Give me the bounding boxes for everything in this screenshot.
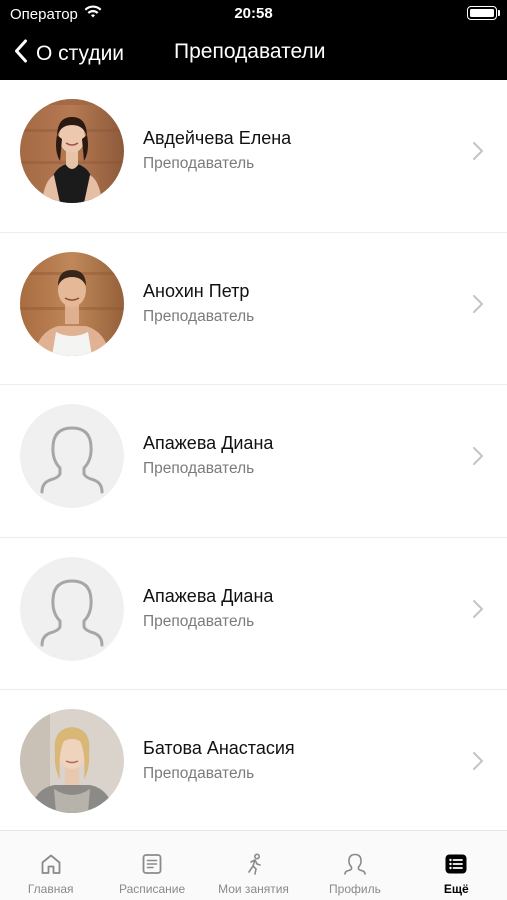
tab-label: Профиль bbox=[329, 882, 381, 896]
chevron-left-icon bbox=[14, 39, 28, 69]
teacher-name: Анохин Петр bbox=[143, 280, 250, 301]
tab-schedule[interactable]: Расписание bbox=[101, 831, 202, 900]
avatar-placeholder bbox=[20, 556, 124, 661]
avatar-photo bbox=[20, 709, 124, 813]
page-title: Преподаватели bbox=[174, 40, 326, 63]
avatar-placeholder bbox=[20, 404, 124, 508]
battery-icon bbox=[467, 6, 500, 20]
tab-label: Мои занятия bbox=[218, 882, 289, 896]
chevron-right-icon bbox=[471, 293, 485, 315]
chevron-right-icon bbox=[471, 445, 485, 467]
tab-my-classes[interactable]: Мои занятия bbox=[203, 831, 304, 900]
tab-more[interactable]: Ещё bbox=[406, 831, 507, 900]
teacher-role: Преподаватель bbox=[143, 307, 255, 325]
chevron-right-icon bbox=[471, 598, 485, 620]
chevron-right-icon bbox=[471, 750, 485, 772]
tab-bar: Главная Расписание Мои занятия Профиль Е… bbox=[0, 830, 507, 900]
tab-label: Ещё bbox=[443, 882, 469, 896]
tab-label: Расписание bbox=[119, 882, 186, 896]
running-person-icon bbox=[241, 851, 267, 877]
status-bar: Оператор 20:58 bbox=[0, 0, 507, 28]
teacher-role: Преподаватель bbox=[143, 155, 255, 172]
chevron-right-icon bbox=[471, 140, 485, 162]
avatar-photo bbox=[20, 99, 124, 203]
teacher-name: Авдейчева Елена bbox=[143, 128, 292, 148]
teacher-name: Батова Анастасия bbox=[143, 738, 295, 758]
status-time: 20:58 bbox=[234, 5, 273, 22]
teacher-role: Преподаватель bbox=[143, 612, 255, 630]
teacher-name: Апажева Диана bbox=[143, 433, 274, 453]
schedule-icon bbox=[139, 851, 165, 877]
teachers-list: Авдейчева Елена Преподаватель Анохин Пет… bbox=[0, 80, 507, 830]
teacher-role: Преподаватель bbox=[143, 460, 255, 477]
teacher-role: Преподаватель bbox=[143, 765, 255, 782]
back-button-label: О студии bbox=[36, 42, 125, 65]
teacher-row[interactable]: Анохин Петр Преподаватель bbox=[0, 233, 507, 385]
more-list-icon bbox=[443, 851, 469, 877]
tab-profile[interactable]: Профиль bbox=[304, 831, 405, 900]
back-button[interactable]: О студии bbox=[14, 38, 124, 70]
placeholder-person-icon bbox=[20, 556, 124, 661]
avatar-photo bbox=[20, 251, 124, 356]
profile-icon bbox=[342, 851, 368, 877]
navigation-bar: О студии Преподаватели bbox=[0, 28, 507, 80]
tab-label: Главная bbox=[27, 882, 74, 896]
home-icon bbox=[38, 851, 64, 877]
teacher-row[interactable]: Апажева Диана Преподаватель bbox=[0, 538, 507, 690]
placeholder-person-icon bbox=[20, 404, 124, 508]
teacher-row[interactable]: Апажева Диана Преподаватель bbox=[0, 385, 507, 538]
teacher-name: Апажева Диана bbox=[143, 585, 274, 606]
teacher-row[interactable]: Авдейчева Елена Преподаватель bbox=[0, 80, 507, 233]
tab-home[interactable]: Главная bbox=[0, 831, 101, 900]
teacher-row[interactable]: Батова Анастасия Преподаватель bbox=[0, 690, 507, 830]
